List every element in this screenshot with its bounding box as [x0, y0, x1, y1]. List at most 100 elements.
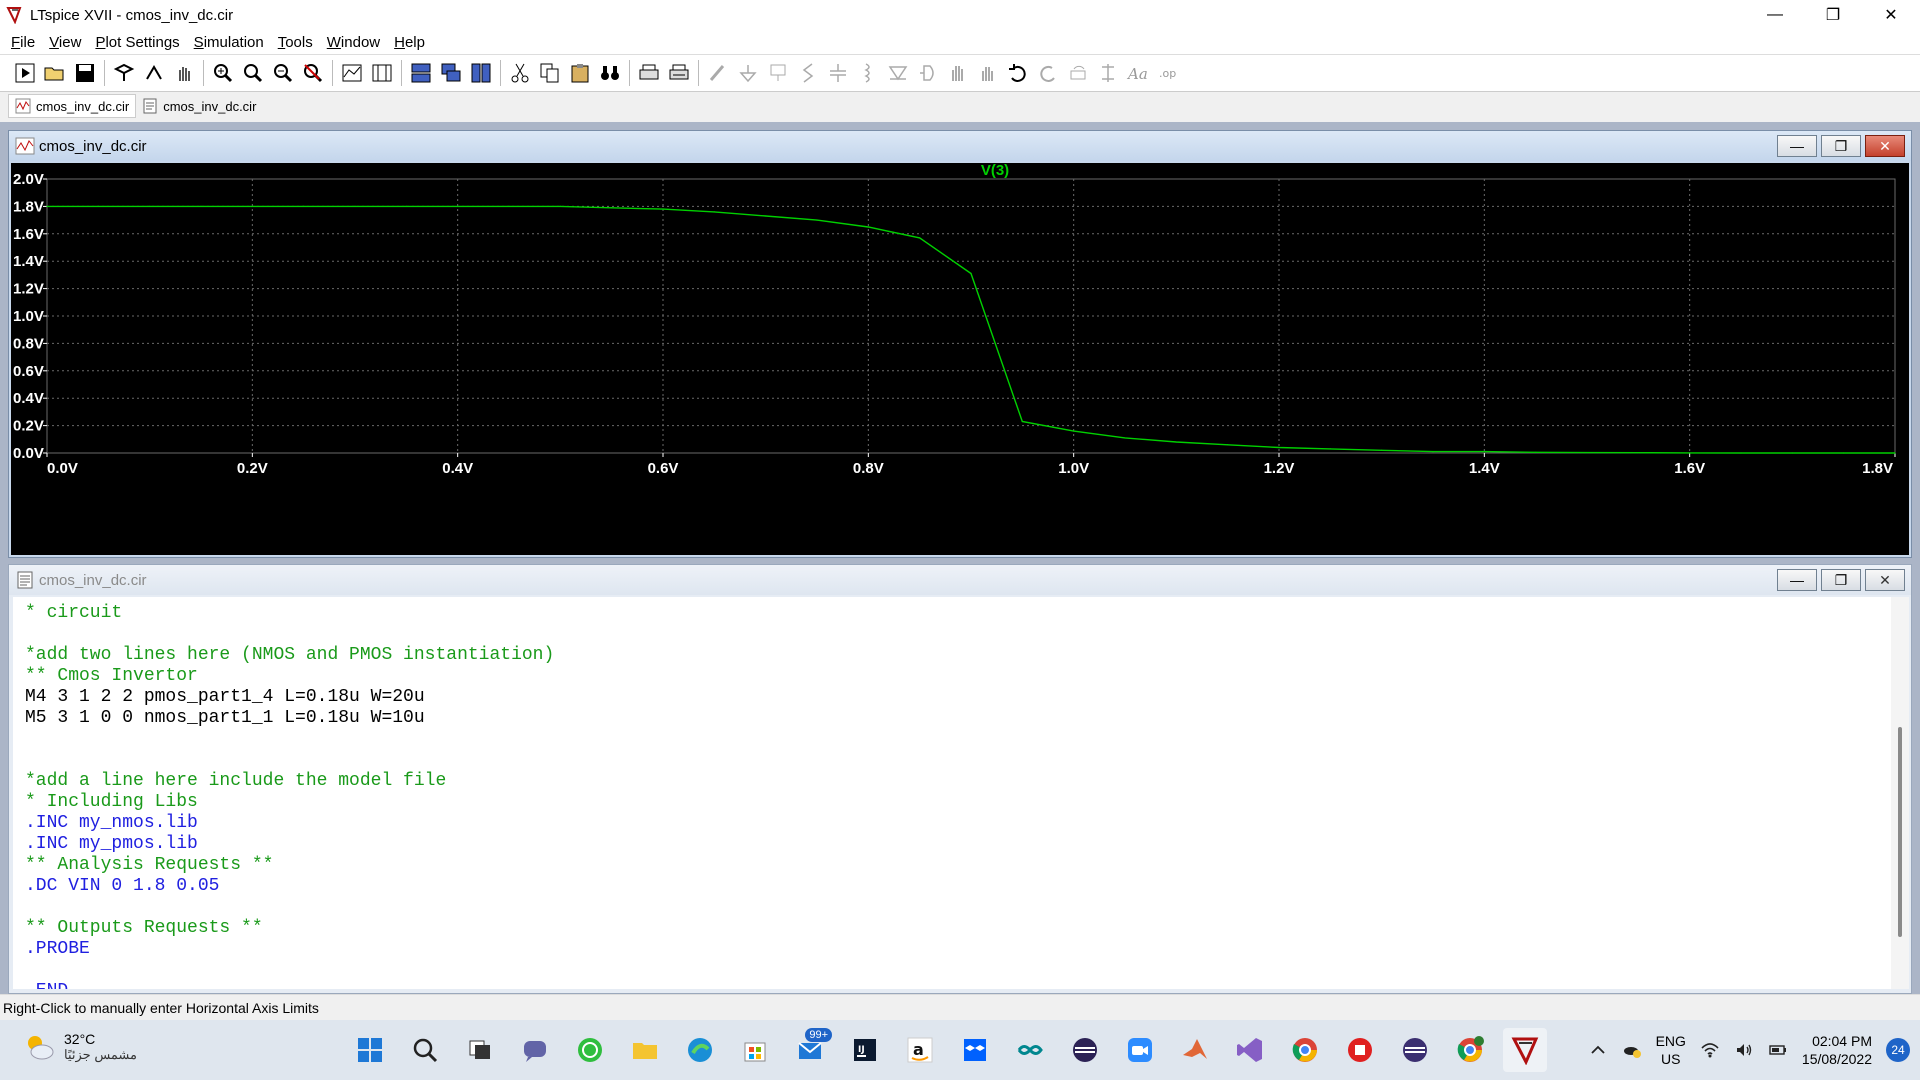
- dropbox-button[interactable]: [953, 1028, 997, 1072]
- print-icon[interactable]: [634, 58, 664, 88]
- zoom-fit-icon[interactable]: [298, 58, 328, 88]
- netlist-line[interactable]: [25, 729, 1891, 750]
- save-icon[interactable]: [70, 58, 100, 88]
- netlist-line[interactable]: .INC my_pmos.lib: [25, 834, 1891, 855]
- waveform-window-titlebar[interactable]: cmos_inv_dc.cir — ❐ ✕: [9, 131, 1911, 161]
- input-language-indicator[interactable]: ENG US: [1656, 1032, 1686, 1068]
- close-button[interactable]: ✕: [1862, 0, 1920, 30]
- menu-view[interactable]: View: [42, 34, 88, 51]
- scrollbar-thumb[interactable]: [1898, 727, 1902, 937]
- netlist-line[interactable]: * Including Libs: [25, 792, 1891, 813]
- run-icon[interactable]: [10, 58, 40, 88]
- record-app-button[interactable]: [1338, 1028, 1382, 1072]
- notification-count-badge[interactable]: 24: [1886, 1038, 1910, 1062]
- plot-pane[interactable]: 0.0V 0.2V 0.4V 0.6V 0.8V 1.0V 1.2V 1.4V 1.6V 1.8V…: [11, 162, 1909, 555]
- menu-tools[interactable]: Tools: [271, 34, 320, 51]
- copy-icon[interactable]: [535, 58, 565, 88]
- menu-simulation[interactable]: Simulation: [187, 34, 271, 51]
- menu-help[interactable]: Help: [387, 34, 432, 51]
- menu-window[interactable]: Window: [320, 34, 387, 51]
- intellij-button[interactable]: IJ: [843, 1028, 887, 1072]
- maximize-button[interactable]: ❐: [1821, 135, 1861, 157]
- trace-v3-line[interactable]: [47, 205, 1895, 454]
- netlist-line[interactable]: .INC my_nmos.lib: [25, 813, 1891, 834]
- netlist-line[interactable]: .END: [25, 981, 1891, 989]
- tab-netlist[interactable]: cmos_inv_dc.cir: [136, 94, 262, 118]
- teams-chat-button[interactable]: [513, 1028, 557, 1072]
- autorange-icon[interactable]: [337, 58, 367, 88]
- minimize-button[interactable]: —: [1746, 0, 1804, 30]
- whatsapp-button[interactable]: [568, 1028, 612, 1072]
- matlab-button[interactable]: [1173, 1028, 1217, 1072]
- open-folder-icon[interactable]: [40, 58, 70, 88]
- cascade-icon[interactable]: [436, 58, 466, 88]
- resistor-icon: [793, 58, 823, 88]
- netlist-line[interactable]: [25, 960, 1891, 981]
- wifi-icon[interactable]: [1700, 1040, 1720, 1060]
- minimize-button[interactable]: —: [1777, 569, 1817, 591]
- close-button[interactable]: ✕: [1865, 135, 1905, 157]
- netlist-line[interactable]: M5 3 1 0 0 nmos_part1_1 L=0.18u W=10u: [25, 708, 1891, 729]
- chevron-up-icon[interactable]: [1588, 1040, 1608, 1060]
- mail-button[interactable]: 99+: [788, 1028, 832, 1072]
- control-panel-icon[interactable]: [109, 58, 139, 88]
- clock[interactable]: 02:04 PM 15/08/2022: [1802, 1032, 1872, 1068]
- find-binoculars-icon[interactable]: [595, 58, 625, 88]
- task-view-button[interactable]: [458, 1028, 502, 1072]
- close-button[interactable]: ✕: [1865, 569, 1905, 591]
- netlist-line[interactable]: ** Analysis Requests **: [25, 855, 1891, 876]
- pan-hand-icon[interactable]: [169, 58, 199, 88]
- netlist-line[interactable]: [25, 624, 1891, 645]
- zoom-out-icon[interactable]: [268, 58, 298, 88]
- netlist-scrollbar[interactable]: [1891, 597, 1909, 989]
- volume-icon[interactable]: [1734, 1040, 1754, 1060]
- microsoft-store-button[interactable]: [733, 1028, 777, 1072]
- zoom-in-icon[interactable]: [208, 58, 238, 88]
- file-explorer-button[interactable]: [623, 1028, 667, 1072]
- netlist-line[interactable]: M4 3 1 2 2 pmos_part1_4 L=0.18u W=20u: [25, 687, 1891, 708]
- menu-file[interactable]: File: [4, 34, 42, 51]
- arduino-button[interactable]: [1008, 1028, 1052, 1072]
- edge-button[interactable]: [678, 1028, 722, 1072]
- start-button[interactable]: [348, 1028, 392, 1072]
- tab-waveform[interactable]: cmos_inv_dc.cir: [8, 94, 137, 118]
- chrome-profile-button[interactable]: [1448, 1028, 1492, 1072]
- netlist-line[interactable]: [25, 897, 1891, 918]
- menu-plot-settings[interactable]: Plot Settings: [88, 34, 186, 51]
- eclipse-button[interactable]: [1063, 1028, 1107, 1072]
- netlist-line[interactable]: .DC VIN 0 1.8 0.05: [25, 876, 1891, 897]
- netlist-line[interactable]: .PROBE: [25, 939, 1891, 960]
- netlist-line[interactable]: ** Cmos Invertor: [25, 666, 1891, 687]
- eclipse-ide-button[interactable]: [1393, 1028, 1437, 1072]
- amazon-button[interactable]: a: [898, 1028, 942, 1072]
- halt-icon[interactable]: [139, 58, 169, 88]
- netlist-window-titlebar[interactable]: cmos_inv_dc.cir — ❐ ✕: [9, 565, 1911, 595]
- mark-icon[interactable]: [367, 58, 397, 88]
- cut-icon[interactable]: [505, 58, 535, 88]
- onedrive-warning-icon[interactable]: [1622, 1040, 1642, 1060]
- tile-horizontal-icon[interactable]: [406, 58, 436, 88]
- chrome-button[interactable]: [1283, 1028, 1327, 1072]
- battery-icon[interactable]: [1768, 1040, 1788, 1060]
- zoom-button[interactable]: [1118, 1028, 1162, 1072]
- waveform-chart[interactable]: 0.0V 0.2V 0.4V 0.6V 0.8V 1.0V 1.2V 1.4V 1.6V 1.8V…: [11, 162, 1909, 555]
- netlist-line[interactable]: * circuit: [25, 603, 1891, 624]
- undo-icon[interactable]: [1003, 58, 1033, 88]
- maximize-button[interactable]: ❐: [1804, 0, 1862, 30]
- netlist-line[interactable]: *add a line here include the model file: [25, 771, 1891, 792]
- taskbar-search-button[interactable]: [403, 1028, 447, 1072]
- print-setup-icon[interactable]: [664, 58, 694, 88]
- paste-icon[interactable]: [565, 58, 595, 88]
- netlist-line[interactable]: [25, 750, 1891, 771]
- minimize-button[interactable]: —: [1777, 135, 1817, 157]
- weather-widget[interactable]: 32°C مشمس جزئيًا: [22, 1030, 137, 1064]
- maximize-button[interactable]: ❐: [1821, 569, 1861, 591]
- zoom-area-icon[interactable]: [238, 58, 268, 88]
- tile-vertical-icon[interactable]: [466, 58, 496, 88]
- visual-studio-button[interactable]: [1228, 1028, 1272, 1072]
- netlist-line[interactable]: *add two lines here (NMOS and PMOS insta…: [25, 645, 1891, 666]
- ltspice-taskbar-button[interactable]: [1503, 1028, 1547, 1072]
- netlist-editor[interactable]: * circuit *add two lines here (NMOS and P…: [13, 597, 1891, 989]
- trace-title[interactable]: V(3): [981, 162, 1009, 179]
- netlist-line[interactable]: ** Outputs Requests **: [25, 918, 1891, 939]
